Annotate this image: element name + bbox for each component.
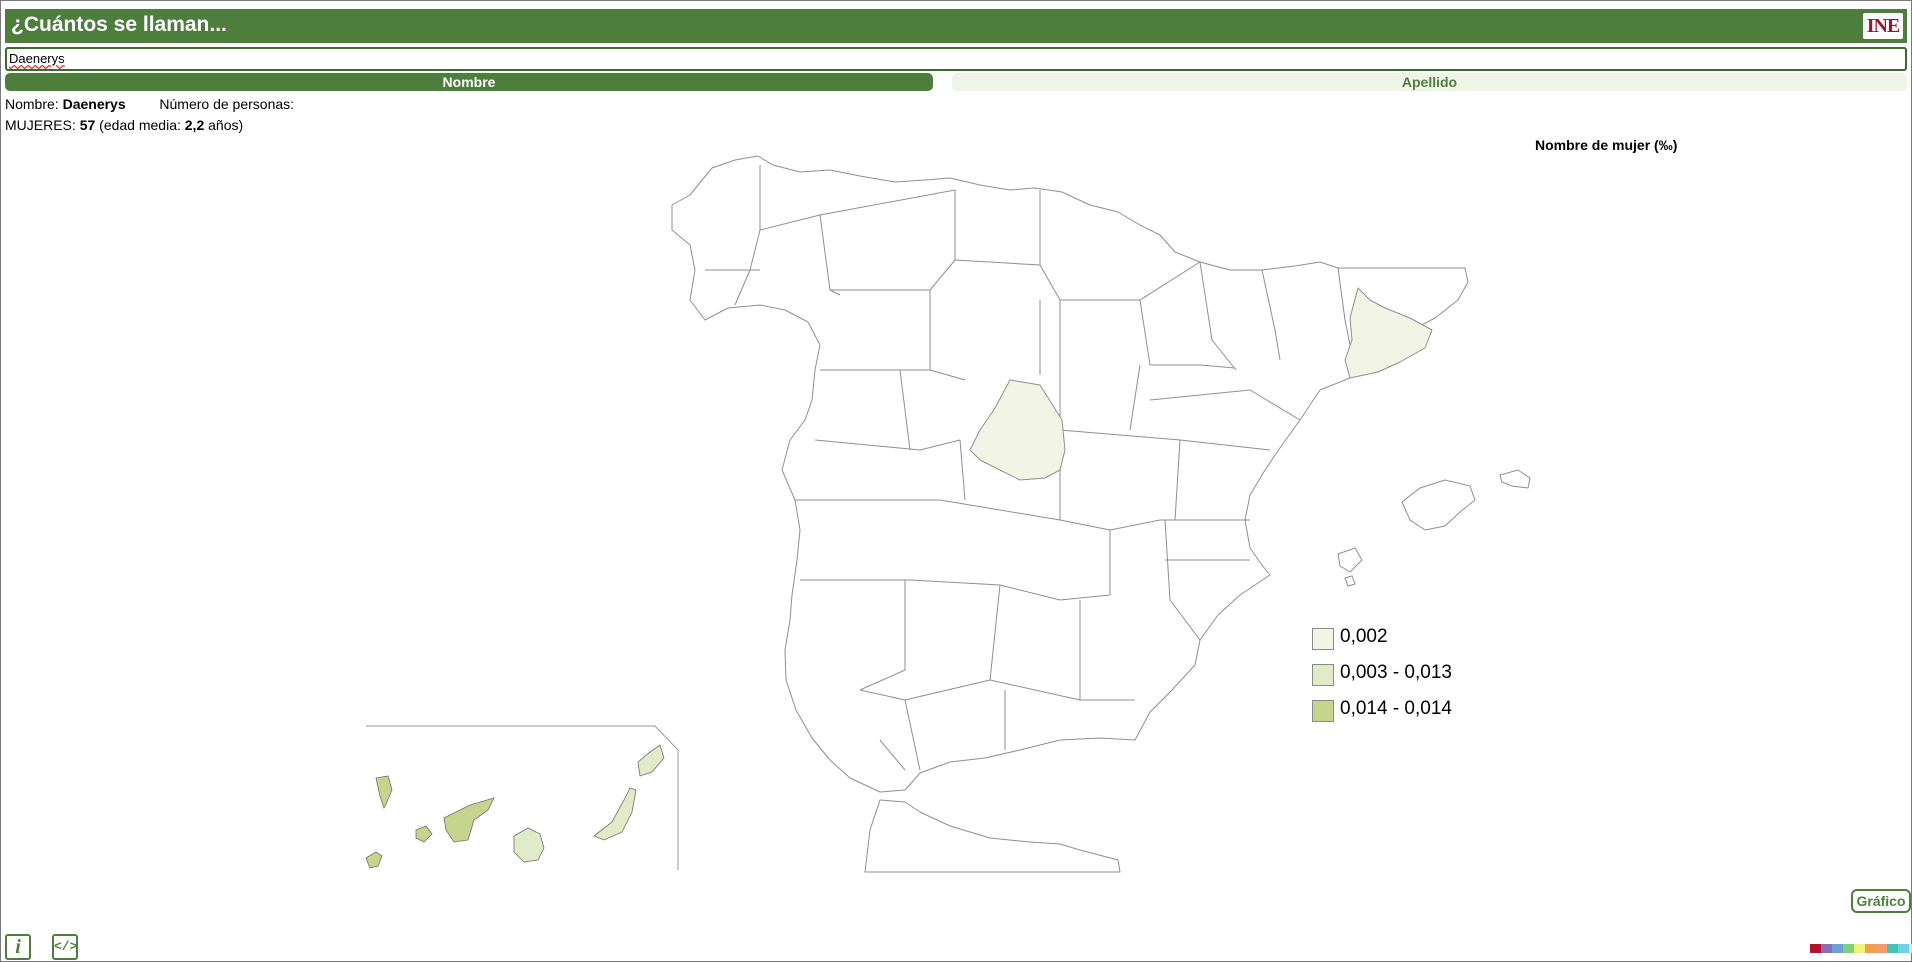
strait-contour [864,799,1121,873]
legend-label-low: 0,002 [1340,626,1388,647]
island-la-palma[interactable] [375,775,393,810]
peninsula-outline [671,155,1469,793]
palette-swatch[interactable] [1854,944,1865,953]
palette-swatch[interactable] [1898,944,1909,953]
legend-swatch-high [1312,700,1334,722]
island-fuerteventura[interactable] [593,787,637,841]
canary-islands [365,744,665,869]
spain-province-map[interactable] [0,0,1912,962]
palette-swatch[interactable] [1821,944,1832,953]
balearic-islands [1337,469,1531,587]
legend-swatch-mid [1312,664,1334,686]
chart-button[interactable]: Gráfico [1851,889,1911,913]
palette-swatch[interactable] [1865,944,1876,953]
island-la-gomera[interactable] [415,825,433,843]
palette-swatch[interactable] [1876,944,1887,953]
island-ibiza[interactable] [1337,547,1363,573]
island-el-hierro[interactable] [365,851,383,869]
palette-swatch[interactable] [1810,944,1821,953]
island-tenerife[interactable] [443,797,495,843]
palette-swatch[interactable] [1887,944,1898,953]
island-gran-canaria[interactable] [513,827,545,863]
palette-swatch[interactable] [1843,944,1854,953]
palette-swatch[interactable] [1832,944,1843,953]
island-menorca[interactable] [1499,469,1531,489]
legend-swatch-low [1312,628,1334,650]
info-icon[interactable]: i [5,934,31,960]
island-formentera[interactable] [1344,575,1356,587]
code-icon[interactable]: </> [52,934,78,960]
color-palette-selector[interactable] [1810,944,1912,953]
island-mallorca[interactable] [1401,479,1476,531]
legend-label-high: 0,014 - 0,014 [1340,698,1452,719]
legend-label-mid: 0,003 - 0,013 [1340,662,1452,683]
island-lanzarote[interactable] [637,744,665,777]
